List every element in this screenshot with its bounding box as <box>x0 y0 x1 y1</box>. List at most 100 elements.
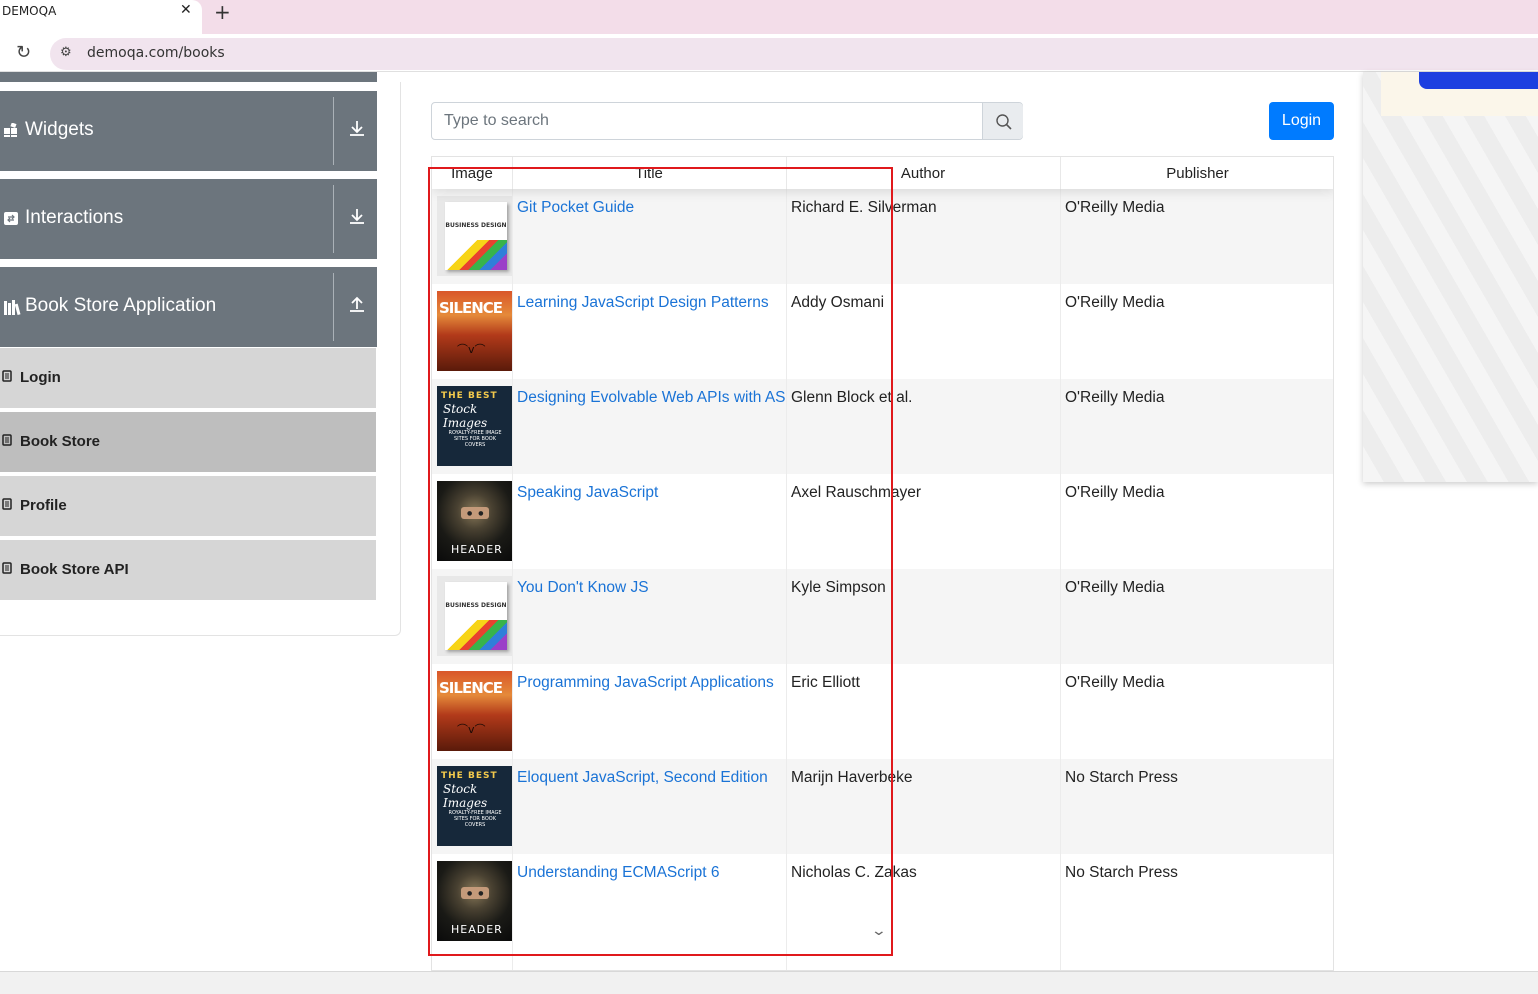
bird-silhouette: ⌒v⌒ <box>457 343 486 356</box>
chevron-down-icon[interactable]: ⌄ <box>871 923 887 939</box>
table-row: BUSINESS DESIGN You Don't Know JS Kyle Sim… <box>432 569 1333 664</box>
rainbow-stripes <box>445 620 507 650</box>
login-button[interactable]: Login <box>1269 102 1334 140</box>
book-author: Addy Osmani <box>791 294 885 311</box>
sidebar-item-label: Login <box>20 369 61 386</box>
book-publisher: O'Reilly Media <box>1065 579 1165 596</box>
book-title-link[interactable]: Designing Evolvable Web APIs with ASP.NE… <box>517 389 787 407</box>
download-arrow-icon[interactable] <box>348 207 366 230</box>
advertisement-panel[interactable] <box>1363 72 1538 482</box>
reload-icon[interactable]: ↻ <box>16 42 31 63</box>
omnibox[interactable]: ⚙ demoqa.com/books <box>50 38 1538 70</box>
ad-background-pattern <box>1363 72 1538 482</box>
book-cover-image: ●● HEADER <box>437 861 512 941</box>
browser-tab-strip: DEMOQA ✕ + <box>0 0 1538 34</box>
book-publisher: No Starch Press <box>1065 769 1178 786</box>
sidebar-item-book-store[interactable]: Book Store <box>0 412 376 474</box>
table-header: Image Title Author Publisher <box>432 157 1333 189</box>
book-cover-image: THE BEST Stock Images ROYALTY-FREE IMAGE S… <box>437 766 512 846</box>
cover-text: SILENCE <box>439 299 503 317</box>
book-title-link[interactable]: You Don't Know JS <box>517 579 787 597</box>
ad-blue-button[interactable] <box>1419 72 1538 89</box>
book-publisher: O'Reilly Media <box>1065 484 1165 501</box>
book-title-link[interactable]: Programming JavaScript Applications <box>517 674 787 692</box>
download-arrow-icon[interactable] <box>348 119 366 142</box>
sidebar-item-book-store-api[interactable]: Book Store API <box>0 540 376 602</box>
book-author: Richard E. Silverman <box>791 199 937 216</box>
file-icon <box>2 562 12 577</box>
column-header-image[interactable]: Image <box>432 165 512 182</box>
column-header-author[interactable]: Author <box>786 165 1060 182</box>
cover-text: SILENCE <box>439 679 503 697</box>
search-box <box>431 102 1023 140</box>
sidebar-group-widgets[interactable]: Widgets <box>0 91 377 171</box>
cover-text: THE BEST <box>441 771 498 781</box>
divider <box>333 97 334 165</box>
book-title-link[interactable]: Learning JavaScript Design Patterns <box>517 294 787 312</box>
site-info-icon[interactable]: ⚙ <box>60 45 72 60</box>
column-header-title[interactable]: Title <box>512 165 786 182</box>
search-input[interactable] <box>432 103 982 139</box>
table-row: SILENCE ⌒v⌒ Programming JavaScript Applica… <box>432 664 1333 759</box>
bottom-scroll-area <box>0 971 1538 994</box>
sidebar-item-login[interactable]: Login <box>0 348 376 410</box>
sidebar-item-label: Book Store <box>20 433 101 450</box>
book-cover-image: SILENCE ⌒v⌒ <box>437 671 512 751</box>
column-divider <box>512 189 513 970</box>
bird-silhouette: ⌒v⌒ <box>457 723 486 736</box>
interactions-icon <box>4 211 20 227</box>
table-row: ●● HEADER Speaking JavaScript Axel Rauschma… <box>432 474 1333 569</box>
cover-text: BUSINESS DESIGN <box>445 222 507 229</box>
close-tab-icon[interactable]: ✕ <box>180 2 192 18</box>
rainbow-stripes <box>445 240 507 270</box>
book-author: Eric Elliott <box>791 674 860 691</box>
cover-eyes: ●● <box>467 890 490 897</box>
sidebar-group-label: Book Store Application <box>25 295 217 316</box>
book-cover-image: ●● HEADER <box>437 481 512 561</box>
cover-text: BUSINESS DESIGN <box>445 602 507 609</box>
tab-title: DEMOQA <box>2 4 57 18</box>
sidebar-item-label: Book Store API <box>20 561 129 578</box>
cover-text: Stock Images <box>443 402 488 430</box>
table-row: SILENCE ⌒v⌒ Learning JavaScript Design Pat… <box>432 284 1333 379</box>
book-author: Axel Rauschmayer <box>791 484 922 501</box>
widgets-icon <box>4 122 20 139</box>
book-cover-image: THE BEST Stock Images ROYALTY-FREE IMAGE S… <box>437 386 512 466</box>
sidebar-group-interactions[interactable]: Interactions <box>0 179 377 259</box>
file-icon <box>2 498 12 513</box>
book-publisher: No Starch Press <box>1065 864 1178 881</box>
book-cover-image: SILENCE ⌒v⌒ <box>437 291 512 371</box>
upload-arrow-icon[interactable] <box>348 295 366 318</box>
cover-eyes: ●● <box>467 510 490 517</box>
book-title-link[interactable]: Git Pocket Guide <box>517 199 787 217</box>
column-header-publisher[interactable]: Publisher <box>1060 165 1333 182</box>
sidebar-item-profile[interactable]: Profile <box>0 476 376 538</box>
sidebar-group-book-store-application[interactable]: Book Store Application <box>0 267 377 347</box>
book-title-link[interactable]: Speaking JavaScript <box>517 484 787 502</box>
search-icon <box>995 113 1013 135</box>
cover-text: HEADER <box>451 543 503 556</box>
cover-text: ROYALTY-FREE IMAGE SITES FOR BOOK COVERS <box>448 810 502 828</box>
book-cover-image: BUSINESS DESIGN <box>437 196 512 276</box>
column-divider <box>1060 189 1061 970</box>
book-author: Nicholas C. Zakas <box>791 864 917 881</box>
book-title-link[interactable]: Understanding ECMAScript 6 <box>517 864 787 882</box>
cover-text: HEADER <box>451 923 503 936</box>
search-button[interactable] <box>982 103 1023 139</box>
sidebar-group-elements-bottom <box>0 72 377 82</box>
table-row: BUSINESS DESIGN Git Pocket Guide Richard E… <box>432 189 1333 284</box>
column-divider <box>786 189 787 970</box>
books-table: Image Title Author Publisher BUSINESS DE… <box>431 156 1334 971</box>
book-title-link[interactable]: Eloquent JavaScript, Second Edition <box>517 769 787 787</box>
browser-tab[interactable]: DEMOQA ✕ <box>0 0 202 34</box>
sidebar-group-label: Widgets <box>25 119 94 140</box>
sidebar-item-label: Profile <box>20 497 67 514</box>
book-store-icon <box>4 299 21 316</box>
table-row: THE BEST Stock Images ROYALTY-FREE IMAGE S… <box>432 759 1333 854</box>
sidebar-group-label: Interactions <box>25 207 124 228</box>
file-icon <box>2 370 12 385</box>
book-author: Glenn Block et al. <box>791 389 913 406</box>
new-tab-button[interactable]: + <box>214 0 231 24</box>
cover-text: THE BEST <box>441 391 498 401</box>
url-text[interactable]: demoqa.com/books <box>87 45 225 61</box>
